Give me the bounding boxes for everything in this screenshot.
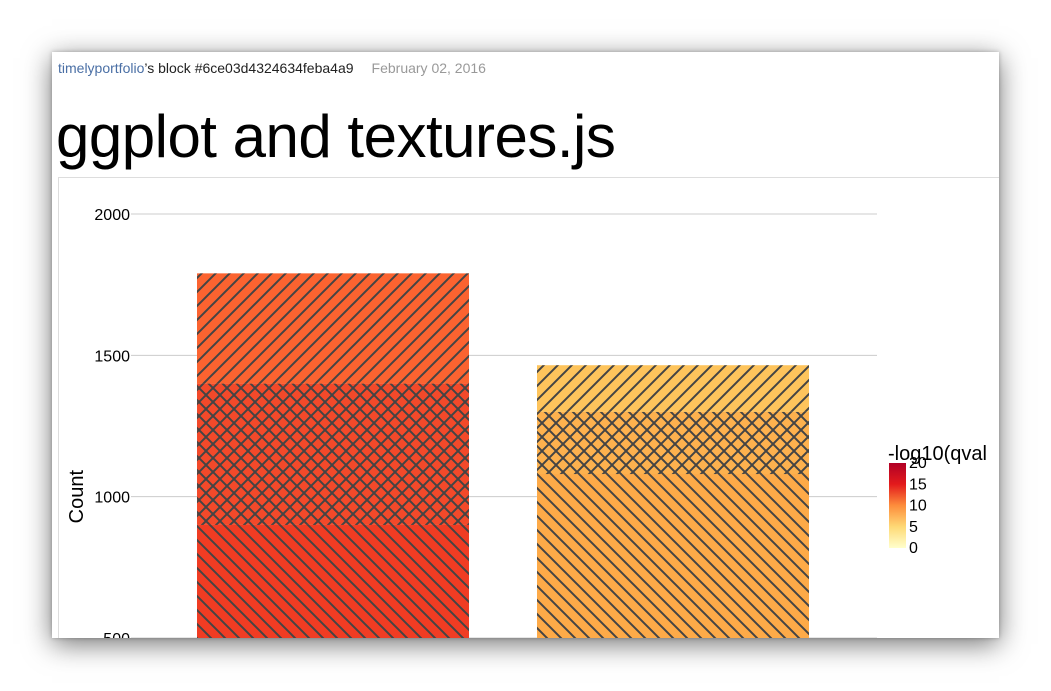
y-tick-label: 2000 [94, 207, 130, 224]
legend-colorbar [889, 463, 906, 548]
legend-tick-label: 20 [909, 455, 927, 472]
bars [197, 273, 809, 638]
y-tick-label: 1500 [94, 348, 130, 365]
legend-title: -log10(qval [888, 443, 987, 465]
y-tick-label: 1000 [94, 490, 130, 507]
bar-2 [537, 365, 809, 638]
bar-segment-texture [537, 365, 809, 412]
legend-tick-label: 5 [909, 519, 918, 536]
page-title: ggplot and textures.js [56, 103, 616, 170]
author-link[interactable]: timelyportfolio [58, 60, 144, 76]
bar-chart: 500 1000 1500 2000 Count -log10(qval 20 15 10… [66, 207, 987, 638]
bar-segment-texture [197, 524, 469, 638]
legend-tick-label: 0 [909, 540, 918, 557]
plot-frame: 500 1000 1500 2000 Count -log10(qval 20 15 10… [58, 177, 999, 638]
block-card: timelyportfolio’s block #6ce03d4324634fe… [52, 52, 999, 638]
byline: timelyportfolio’s block #6ce03d4324634fe… [58, 60, 486, 76]
color-legend: -log10(qval 20 15 10 5 0 [888, 443, 987, 557]
y-tick-label: 500 [103, 631, 130, 638]
y-axis-title: Count [66, 470, 88, 524]
bar-1 [197, 273, 469, 638]
bar-segment-texture [197, 383, 469, 525]
bar-segment-texture [197, 273, 469, 384]
legend-tick-label: 15 [909, 476, 927, 493]
y-axis: 500 1000 1500 2000 [94, 207, 130, 638]
bar-segment-texture [537, 411, 809, 475]
legend-tick-label: 10 [909, 498, 927, 515]
block-id: ’s block #6ce03d4324634feba4a9 [144, 60, 354, 76]
block-date: February 02, 2016 [371, 60, 486, 76]
